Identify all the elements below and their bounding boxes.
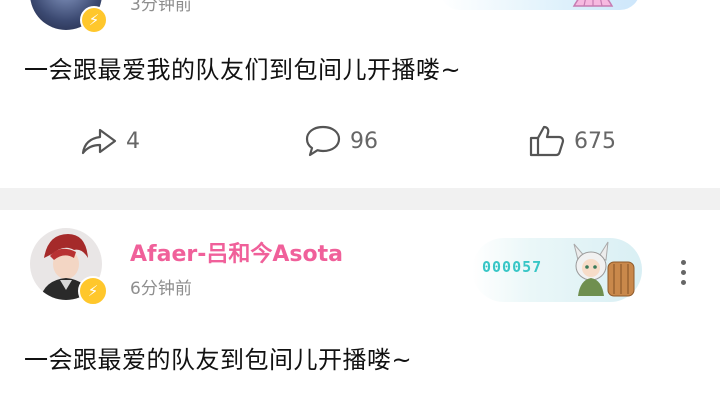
- post-timestamp: 6分钟前: [130, 279, 192, 299]
- comment-bubble-icon: [305, 125, 341, 157]
- more-options-button[interactable]: [680, 260, 688, 290]
- mascot-icon: [573, 241, 635, 297]
- post-text: 一会跟最爱我的队友们到包间儿开播喽~: [24, 56, 462, 84]
- comment-button[interactable]: 96: [304, 124, 378, 158]
- post-card: ⚡ Afaer-吕和今Asota 6分钟前 000057 一会跟最爱的队友到包间…: [0, 210, 720, 405]
- more-vertical-icon: [681, 260, 686, 265]
- share-arrow-icon: [81, 128, 117, 155]
- lightning-icon: ⚡: [80, 6, 108, 34]
- share-count: 4: [126, 128, 140, 154]
- comment-count: 96: [350, 128, 378, 154]
- medal-number: 000057: [482, 258, 543, 276]
- username[interactable]: Afaer-吕和今Asota: [130, 236, 343, 268]
- post-card: ⚡ 3分钟前 一会跟最爱我的队友们到包间儿开播喽~ 4 96 675: [0, 0, 720, 188]
- share-button[interactable]: 4: [80, 124, 140, 158]
- medal-banner: [440, 0, 640, 10]
- thumbs-up-icon: [529, 125, 565, 157]
- post-timestamp: 3分钟前: [130, 0, 192, 15]
- lightning-icon: ⚡: [78, 276, 108, 306]
- post-text: 一会跟最爱的队友到包间儿开播喽~: [24, 346, 413, 374]
- fan-medal[interactable]: 000057: [472, 238, 642, 302]
- avatar[interactable]: ⚡: [30, 228, 108, 306]
- post-divider: [0, 188, 720, 210]
- like-button[interactable]: 675: [528, 124, 616, 158]
- shell-icon: [572, 0, 614, 7]
- avatar[interactable]: ⚡: [30, 0, 108, 34]
- like-count: 675: [574, 128, 616, 154]
